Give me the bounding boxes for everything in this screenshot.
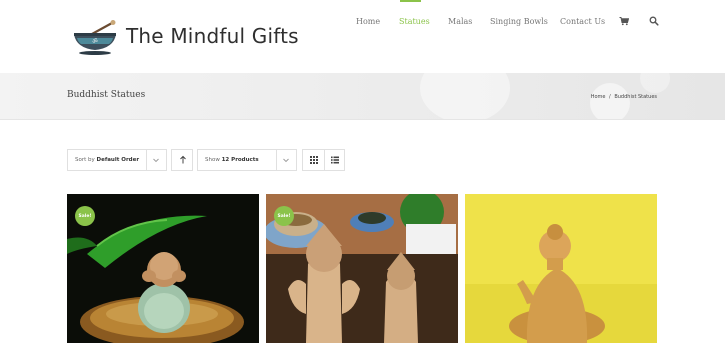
show-label-value: 12 Products xyxy=(221,157,259,163)
products-per-page-select[interactable]: Show 12 Products xyxy=(197,149,297,171)
svg-text:ॐ: ॐ xyxy=(92,37,98,45)
product-card[interactable]: Sale! xyxy=(266,194,458,343)
product-image-monk-statue[interactable] xyxy=(67,194,259,343)
nav-item-statues[interactable]: Statues xyxy=(399,17,430,26)
breadcrumb: Home / Buddhist Statues xyxy=(590,94,658,100)
singing-bowl-logo-icon: ॐ xyxy=(74,20,116,55)
breadcrumb-separator: / xyxy=(609,94,611,100)
page-title-bar: Buddhist Statues Home / Buddhist Statues xyxy=(0,73,725,120)
chevron-down-icon xyxy=(283,158,289,163)
nav-item-malas[interactable]: Malas xyxy=(448,17,472,26)
arrow-up-icon xyxy=(180,155,186,164)
product-card[interactable]: Sale! xyxy=(67,194,259,343)
grid-icon[interactable] xyxy=(309,155,319,165)
list-icon[interactable] xyxy=(330,155,340,165)
site-logo[interactable]: ॐ The Mindful Gifts xyxy=(72,18,312,58)
page-title: Buddhist Statues xyxy=(67,90,146,100)
nav-item-singing-bowls[interactable]: Singing Bowls xyxy=(490,17,548,26)
breadcrumb-home-link[interactable]: Home xyxy=(591,94,606,100)
nav-active-indicator xyxy=(400,0,421,2)
sort-label-prefix: Sort by xyxy=(75,157,95,163)
breadcrumb-current: Buddhist Statues xyxy=(614,94,657,100)
cart-icon[interactable] xyxy=(619,16,629,26)
chevron-down-icon xyxy=(153,158,159,163)
show-label-prefix: Show xyxy=(205,157,220,163)
product-card[interactable] xyxy=(465,194,657,343)
sale-badge: Sale! xyxy=(274,206,294,226)
nav-item-home[interactable]: Home xyxy=(356,17,380,26)
nav-item-contact-us[interactable]: Contact Us xyxy=(560,17,605,26)
sort-order-select[interactable]: Sort by Default Order xyxy=(67,149,167,171)
view-toggle xyxy=(302,149,345,171)
product-image-golden-buddha[interactable] xyxy=(465,194,657,343)
search-icon[interactable] xyxy=(649,16,659,26)
sort-direction-button[interactable] xyxy=(171,149,193,171)
brand-name: The Mindful Gifts xyxy=(126,24,299,48)
site-header: ॐ The Mindful Gifts Home Statues Malas S… xyxy=(0,0,725,73)
sort-label-value: Default Order xyxy=(96,157,140,163)
product-image-ganesha-statues[interactable] xyxy=(266,194,458,343)
sale-badge: Sale! xyxy=(75,206,95,226)
